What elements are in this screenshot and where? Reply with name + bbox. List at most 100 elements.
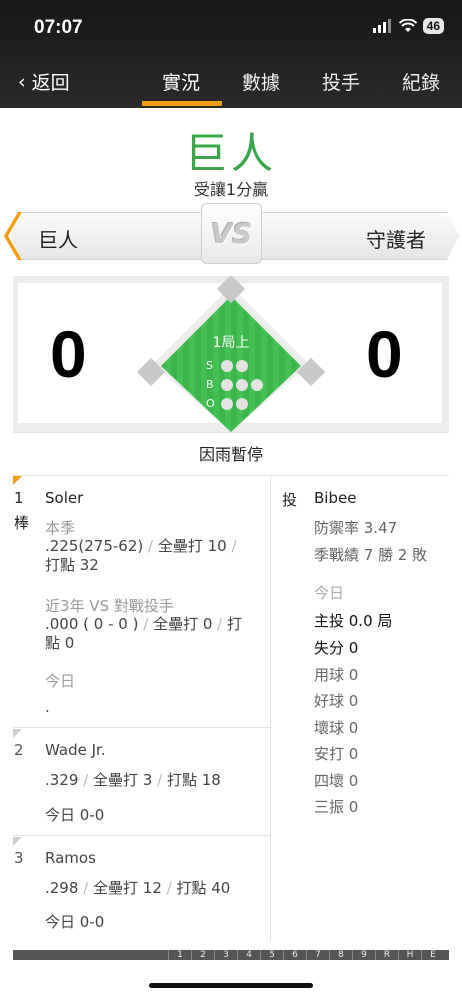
home-team-name[interactable]: 守護者	[366, 224, 426, 253]
season-hr: 全壘打 10	[157, 537, 227, 555]
nav-bar: ‹ 返回 實況 數據 投手 紀錄	[0, 56, 462, 108]
linescore-col: 2	[191, 950, 214, 960]
today-value: .	[45, 698, 50, 716]
pitcher-today-label: 今日	[314, 584, 345, 602]
current-batter-marker	[13, 476, 22, 485]
balls-label: B	[206, 378, 214, 391]
game-status: 因雨暫停	[13, 432, 449, 476]
vs-hr: 全壘打 0	[153, 615, 213, 633]
pitcher-walks: 四壞 0	[314, 772, 359, 790]
inning-label: 1局上	[212, 335, 250, 351]
vs-avg: .000 ( 0 - 0 )	[45, 615, 139, 633]
batter-order: 1	[14, 489, 24, 507]
separator: /	[83, 879, 94, 897]
batter-marker	[13, 837, 22, 846]
ball-dot	[236, 378, 248, 391]
batter-today: 今日 0-0	[45, 913, 105, 931]
status-icons: 46	[372, 18, 444, 34]
batter-stats: .298 / 全壘打 12 / 打點 40	[45, 879, 251, 898]
batter-marker	[13, 729, 22, 738]
pitcher-record: 季戰績 7 勝 2 敗	[314, 546, 428, 564]
pitcher-era: 防禦率 3.47	[314, 519, 398, 537]
season-stats: .225(275-62) / 全壘打 10 / 打點 32	[45, 537, 251, 575]
chevron-left-icon: ‹	[18, 70, 26, 93]
tab-stats[interactable]: 數據	[242, 68, 280, 95]
batter-hr: 全壘打 3	[93, 771, 153, 789]
linescore-col: 1	[168, 950, 191, 960]
vs-badge: VS	[201, 203, 262, 264]
outs-row: O	[206, 397, 248, 410]
linescore-col: 9	[352, 950, 375, 960]
linescore-col: R	[375, 950, 398, 960]
batter-order-suffix: 棒	[14, 514, 30, 532]
away-score: 0	[50, 317, 87, 391]
batter-rbi: 打點 18	[166, 771, 221, 789]
separator: /	[143, 615, 154, 633]
batter-today: 今日 0-0	[45, 806, 105, 824]
top-bar: 07:07 46 ‹ 返回 實況 數據 投手 紀錄	[0, 0, 462, 108]
season-avg: .225(275-62)	[45, 537, 144, 555]
linescore-col: 8	[329, 950, 352, 960]
vs-pitcher-stats: .000 ( 0 - 0 ) / 全壘打 0 / 打點 0	[45, 615, 251, 653]
strike-dot	[236, 359, 248, 372]
linescore-header: 1 2 3 4 5 6 7 8 9 R H E	[168, 950, 444, 960]
pitcher-innings: 主投 0.0 局	[314, 612, 393, 630]
batter-name: Ramos	[45, 849, 96, 867]
linescore-col: E	[421, 950, 444, 960]
ball-dot	[221, 378, 233, 391]
ball-dot	[251, 378, 263, 391]
season-label: 本季	[45, 519, 76, 537]
active-tab-indicator	[142, 101, 222, 106]
home-indicator[interactable]	[149, 983, 313, 988]
balls-row: B	[206, 378, 263, 391]
batter-stats: .329 / 全壘打 3 / 打點 18	[45, 771, 251, 790]
separator: /	[148, 537, 158, 555]
battery-icon: 46	[422, 18, 444, 34]
pitcher-name[interactable]: Bibee	[314, 489, 356, 507]
linescore-col: 4	[237, 950, 260, 960]
pitcher-runs: 失分 0	[314, 639, 359, 657]
today-label: 今日	[45, 672, 76, 690]
linescore-col: 5	[260, 950, 283, 960]
batter-avg: .298	[45, 879, 79, 897]
winner-team: 巨人	[184, 129, 277, 178]
tab-record[interactable]: 紀錄	[402, 68, 440, 95]
separator: /	[166, 879, 177, 897]
separator: /	[157, 771, 167, 789]
batter-order: 2	[14, 741, 24, 759]
home-score: 0	[366, 317, 403, 391]
pitcher-balls: 壞球 0	[314, 719, 359, 737]
pitcher-strikeouts: 三振 0	[314, 798, 359, 816]
batter-name: Soler	[45, 489, 84, 507]
out-dot	[221, 397, 233, 410]
batter-order: 3	[14, 849, 24, 867]
linescore-col: H	[398, 950, 421, 960]
outs-label: O	[206, 397, 215, 410]
separator: /	[231, 537, 237, 555]
linescore-col: 3	[214, 950, 237, 960]
tab-live[interactable]: 實況	[162, 68, 200, 95]
batter-hr: 全壘打 12	[93, 879, 162, 897]
strikes-row: S	[206, 359, 248, 372]
batter-avg: .329	[45, 771, 79, 789]
back-label: 返回	[31, 72, 70, 94]
result-subtitle: 受讓1分贏	[193, 180, 269, 199]
status-time: 07:07	[34, 17, 83, 38]
wifi-icon	[398, 19, 417, 32]
pitcher-pitches: 用球 0	[314, 666, 359, 684]
strike-dot	[221, 359, 233, 372]
tab-pitcher[interactable]: 投手	[322, 68, 360, 95]
linescore-col: 6	[283, 950, 306, 960]
pitcher-label: 投	[282, 491, 298, 509]
vs-pitcher-label: 近3年 VS 對戰投手	[45, 597, 174, 615]
batter-rbi: 打點 40	[176, 879, 231, 897]
batter-name: Wade Jr.	[45, 741, 106, 759]
linescore-col: 7	[306, 950, 329, 960]
separator: /	[83, 771, 94, 789]
out-dot	[236, 397, 248, 410]
signal-icon	[372, 19, 391, 33]
back-button[interactable]: ‹ 返回	[18, 68, 70, 95]
season-rbi: 打點 32	[45, 556, 99, 574]
home-team-bar	[257, 212, 459, 260]
away-team-name[interactable]: 巨人	[38, 224, 78, 253]
